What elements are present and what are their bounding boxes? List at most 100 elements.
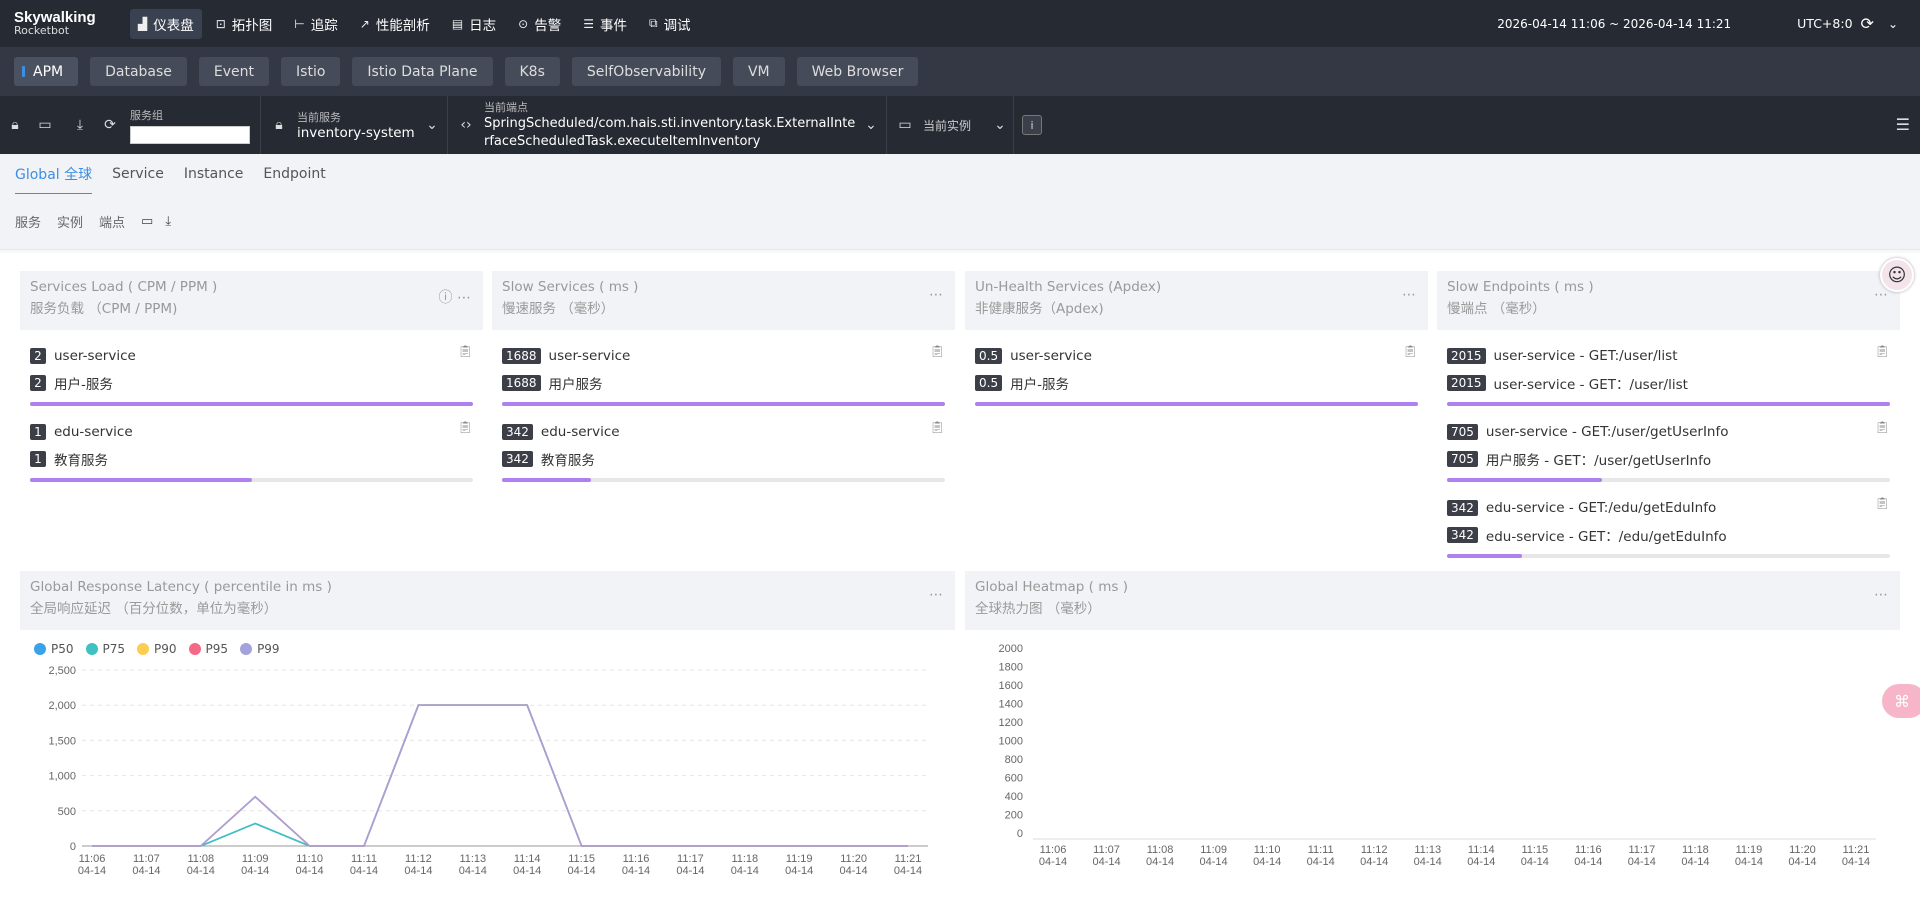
subtool-endpoint[interactable]: 端点	[99, 212, 125, 231]
y-tick-label: 600	[1005, 773, 1023, 785]
refresh-icon[interactable]: ⟳	[100, 117, 120, 133]
more-icon[interactable]: ⋯	[457, 290, 471, 306]
lock-icon[interactable]: 🔒︎	[0, 117, 30, 133]
more-icon[interactable]: ⋯	[929, 287, 943, 303]
list-item[interactable]: 1688 user-service 1688 用户服务 📋︎	[502, 342, 945, 406]
subtool-instance[interactable]: 实例	[57, 212, 83, 231]
copy-icon[interactable]: 📋︎	[1403, 344, 1418, 358]
item-name: edu-service	[540, 423, 620, 440]
layer-tab-5[interactable]: K8s	[504, 57, 560, 86]
instance-selector[interactable]: 当前实例	[923, 96, 987, 154]
copy-icon[interactable]: 📋︎	[1875, 496, 1890, 510]
chevron-down-icon[interactable]: ⌄	[856, 117, 886, 133]
info-icon[interactable]: i	[1022, 115, 1042, 135]
download-icon[interactable]: ⤓	[60, 117, 100, 133]
service-selector[interactable]: 当前服务 inventory-system	[297, 96, 417, 154]
list-item[interactable]: 705 user-service - GET:/user/getUserInfo 7…	[1447, 418, 1890, 482]
layer-tab-label: Istio Data Plane	[367, 63, 478, 80]
copy-icon[interactable]: 📋︎	[458, 344, 473, 358]
layer-tab-6[interactable]: SelfObservability	[571, 57, 721, 86]
list-item[interactable]: 342 edu-service - GET:/edu/getEduInfo 342 e…	[1447, 494, 1890, 558]
chevron-down-icon[interactable]: ⌄	[417, 117, 447, 133]
layer-tab-0[interactable]: APM	[14, 57, 79, 86]
list-item[interactable]: 1 edu-service 1 教育服务 📋︎	[30, 418, 473, 482]
card-subtitle: 慢速服务 （毫秒）	[502, 301, 615, 317]
floating-helper-button[interactable]: ⌘	[1882, 684, 1920, 718]
subtool-service[interactable]: 服务	[15, 212, 41, 231]
reload-icon[interactable]: ⟳	[1861, 14, 1874, 33]
layer-tab-4[interactable]: Istio Data Plane	[352, 57, 493, 86]
layer-tab-label: APM	[33, 63, 64, 80]
nav-item-7[interactable]: ⧉ 调试	[641, 9, 699, 39]
chevron-down-icon[interactable]: ⌄	[987, 117, 1013, 133]
nav-item-6[interactable]: ☰ 事件	[575, 9, 635, 39]
more-icon[interactable]: ⋯	[929, 587, 943, 603]
nav-item-5[interactable]: ⊙ 告警	[510, 9, 569, 39]
list-item[interactable]: 2 user-service 2 用户-服务 📋︎	[30, 342, 473, 406]
layer-tab-2[interactable]: Event	[198, 57, 270, 86]
endpoint-value-line2: rfaceScheduledTask.executeItemInventory	[484, 134, 761, 149]
more-icon[interactable]: ⋯	[1874, 587, 1888, 603]
time-range-display[interactable]: 2026-04-14 11:06 ~ 2026-04-14 11:21	[1497, 17, 1731, 31]
legend-swatch	[34, 643, 46, 655]
alarm-icon: ⊙	[518, 16, 529, 31]
x-tick-label: 11:13	[459, 853, 486, 865]
legend-item[interactable]: P75	[85, 642, 125, 656]
progress-track	[30, 478, 473, 482]
timezone-label[interactable]: UTC+8:0	[1797, 16, 1852, 31]
x-tick-label: 11:08	[187, 853, 214, 865]
legend-item[interactable]: P95	[188, 642, 228, 656]
logo[interactable]: Skywalking Rocketbot	[0, 10, 130, 37]
nav-item-label: 拓扑图	[231, 17, 273, 34]
nav-item-0[interactable]: ▟ 仪表盘	[130, 8, 202, 39]
legend-item[interactable]: P90	[137, 642, 177, 656]
y-tick-label: 1400	[999, 699, 1023, 711]
list-item[interactable]: 0.5 user-service 0.5 用户-服务 📋︎	[975, 342, 1418, 406]
layer-tab-3[interactable]: Istio	[281, 57, 341, 86]
chevron-down-icon[interactable]: ⌄	[1888, 17, 1898, 31]
copy-icon[interactable]: 📋︎	[930, 420, 945, 434]
folder-icon[interactable]: ▭	[141, 214, 153, 229]
x-tick-label: 11:07	[1093, 844, 1120, 856]
x-tick-label: 11:14	[1468, 844, 1495, 856]
item-name: user-service	[548, 347, 631, 364]
dashboard-tab-2[interactable]: Instance	[184, 154, 244, 194]
copy-icon[interactable]: 📋︎	[1875, 344, 1890, 358]
endpoint-selector[interactable]: 当前端点 SpringScheduled/com.hais.sti.invent…	[484, 96, 856, 154]
nav-item-label: 追踪	[310, 17, 338, 34]
nav-item-3[interactable]: ↗ 性能剖析	[352, 9, 438, 39]
dashboard-tab-3[interactable]: Endpoint	[263, 154, 325, 194]
list-item-row: 2 user-service	[30, 342, 473, 369]
dashboard-tab-0[interactable]: Global 全球	[15, 154, 93, 194]
x-tick-label: 11:10	[1254, 844, 1281, 856]
copy-icon[interactable]: 📋︎	[458, 420, 473, 434]
more-icon[interactable]: ⋯	[1874, 287, 1888, 303]
layer-tab-1[interactable]: Database	[90, 57, 187, 86]
y-tick-label: 1000	[999, 736, 1023, 748]
layer-tab-8[interactable]: Web Browser	[796, 57, 919, 86]
value-badge: 0.5	[975, 374, 1003, 391]
info-icon[interactable]: ⓘ	[439, 290, 453, 306]
progress-track	[502, 402, 945, 406]
legend-item[interactable]: P99	[240, 642, 280, 656]
copy-icon[interactable]: 📋︎	[930, 344, 945, 358]
sidebar-toggle-icon[interactable]: ☰	[1896, 115, 1910, 134]
list-item[interactable]: 342 edu-service 342 教育服务 📋︎	[502, 418, 945, 482]
copy-icon[interactable]: 📋︎	[1875, 420, 1890, 434]
y-tick-label: 500	[58, 806, 76, 818]
nav-item-4[interactable]: ▤ 日志	[444, 9, 504, 39]
nav-item-1[interactable]: ⊡ 拓扑图	[208, 9, 281, 39]
service-group-input[interactable]	[130, 125, 250, 144]
download-icon[interactable]: ⤓	[165, 214, 171, 229]
assistant-avatar[interactable]: ☺	[1880, 258, 1914, 292]
more-icon[interactable]: ⋯	[1402, 287, 1416, 303]
value-badge: 2015	[1447, 347, 1486, 364]
layer-tab-7[interactable]: VM	[732, 57, 785, 86]
dashboard-tab-1[interactable]: Service	[112, 154, 164, 194]
progress-fill	[502, 478, 591, 482]
service-group-label: 服务组	[130, 108, 163, 122]
folder-icon[interactable]: ▭	[30, 117, 60, 133]
legend-item[interactable]: P50	[34, 642, 74, 656]
list-item[interactable]: 2015 user-service - GET:/user/list 2015 use…	[1447, 342, 1890, 406]
nav-item-2[interactable]: ⊢ 追踪	[286, 9, 345, 39]
